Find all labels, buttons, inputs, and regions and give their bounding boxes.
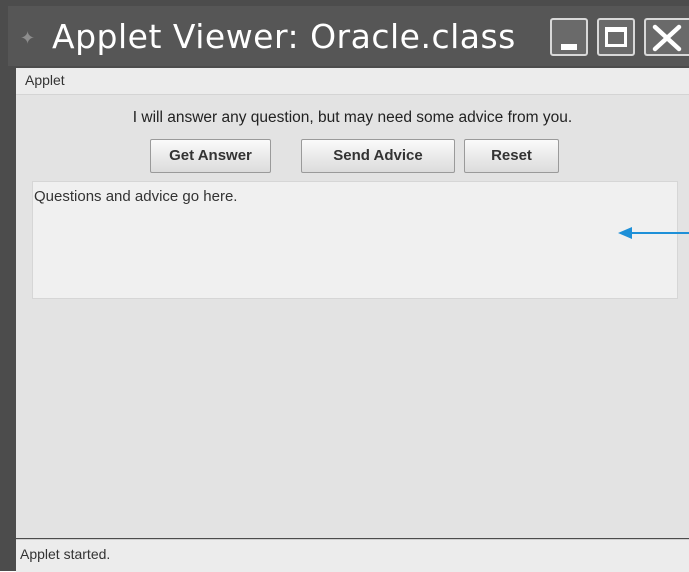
arrow-left-icon bbox=[618, 227, 689, 239]
title-bar[interactable]: ✦ Applet Viewer: Oracle.class bbox=[8, 6, 689, 66]
menu-item-applet[interactable]: Applet bbox=[25, 72, 65, 88]
prompt-label: I will answer any question, but may need… bbox=[132, 109, 573, 126]
send-advice-button[interactable]: Send Advice bbox=[301, 139, 455, 173]
menu-bar: Applet bbox=[16, 68, 689, 95]
close-button[interactable] bbox=[644, 18, 689, 56]
status-text: Applet started. bbox=[20, 546, 111, 562]
minimize-icon bbox=[561, 44, 577, 50]
window-title: Applet Viewer: Oracle.class bbox=[52, 17, 516, 56]
applet-window-icon: ✦ bbox=[20, 28, 36, 49]
textarea-content: Questions and advice go here. bbox=[34, 188, 238, 205]
applet-panel: I will answer any question, but may need… bbox=[16, 95, 689, 538]
maximize-icon bbox=[605, 27, 627, 47]
question-textarea[interactable]: Questions and advice go here. bbox=[32, 181, 678, 299]
get-answer-button[interactable]: Get Answer bbox=[150, 139, 271, 173]
applet-viewer-window: ✦ Applet Viewer: Oracle.class Applet I w… bbox=[0, 0, 689, 572]
maximize-button[interactable] bbox=[597, 18, 635, 56]
minimize-button[interactable] bbox=[550, 18, 588, 56]
close-icon bbox=[652, 24, 682, 52]
status-bar: Applet started. bbox=[16, 539, 689, 572]
reset-button[interactable]: Reset bbox=[464, 139, 559, 173]
